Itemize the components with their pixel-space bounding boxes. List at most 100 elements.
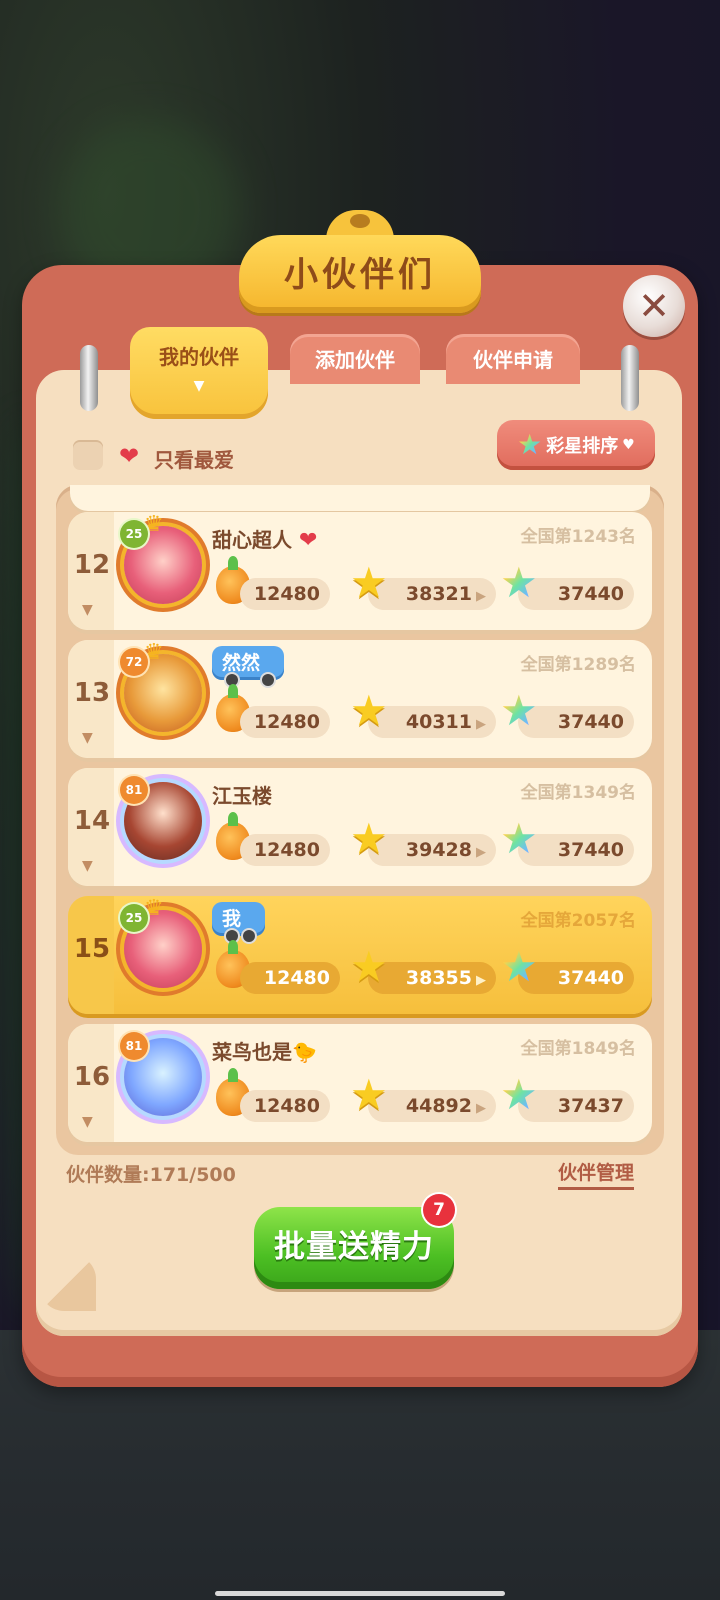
friend-row-self[interactable]: 15 ♛ 25 我 全国第2057名 12480 38355 ▶ ★ 37440 … — [68, 896, 652, 1014]
caret-down-icon: ▼ — [193, 378, 205, 394]
friend-name: 甜心超人 ❤ — [212, 524, 317, 553]
name-tag-car: 我 — [212, 902, 266, 942]
friend-name-text: 菜鸟也是 — [212, 1040, 292, 1064]
friend-name: 江玉楼 — [212, 784, 272, 808]
level-badge: 81 — [120, 776, 148, 804]
rainbow-star-icon: ★ — [500, 942, 538, 991]
rainbow-star-icon: ★ — [500, 558, 538, 607]
play-arrow-icon: ▶ — [476, 589, 486, 604]
energy-value: 12480 — [240, 706, 330, 738]
energy-text: 12480 — [253, 839, 320, 861]
heart-icon: ❤ — [119, 442, 140, 470]
stars-text: 40311 — [405, 711, 472, 733]
notification-badge: 7 — [423, 1194, 455, 1226]
expand-caret-icon[interactable]: ▼ — [82, 1114, 93, 1130]
bird-icon: 🐤 — [292, 1040, 317, 1064]
rainbow-star-sort-button[interactable]: ★ 彩星排序 ♥ — [497, 420, 655, 470]
friend-row[interactable]: 14 ▼ 81 江玉楼 全国第1349名 12480 39428 ▶ ★ 3744… — [68, 768, 652, 886]
rainbow-stars-text: 37437 — [557, 1095, 624, 1117]
friend-row[interactable]: 16 ▼ 81 菜鸟也是🐤 全国第1849名 12480 44892 ▶ ★ 37… — [68, 1024, 652, 1142]
stars-text: 38355 — [405, 967, 472, 989]
expand-caret-icon[interactable]: ▼ — [82, 730, 93, 746]
national-rank: 全国第1243名 — [520, 527, 636, 547]
energy-text: 12480 — [253, 1095, 320, 1117]
title-hook-hole — [350, 214, 370, 228]
favorites-checkbox[interactable] — [73, 440, 103, 470]
gold-star-icon: ★ — [350, 814, 388, 863]
friend-name: 然然 — [222, 652, 261, 674]
stars-text: 38321 — [405, 583, 472, 605]
gold-star-icon: ★ — [350, 942, 388, 991]
rainbow-star-icon: ★ — [500, 1070, 538, 1119]
gold-star-icon: ★ — [350, 558, 388, 607]
expand-caret-icon[interactable]: ▼ — [82, 858, 93, 874]
rainbow-stars-text: 37440 — [557, 711, 624, 733]
rainbow-star-icon: ★ — [500, 686, 538, 735]
energy-text: 12480 — [253, 711, 320, 733]
page-curl — [40, 1255, 96, 1311]
energy-value: 12480 — [240, 1090, 330, 1122]
stars-text: 44892 — [405, 1095, 472, 1117]
friend-count: 伙伴数量:171/500 — [66, 1164, 236, 1186]
play-arrow-icon: ▶ — [476, 845, 486, 860]
expand-caret-icon[interactable]: ▼ — [82, 602, 93, 618]
friend-rank: 12 — [73, 550, 111, 580]
gold-star-icon: ★ — [350, 686, 388, 735]
heart-icon: ❤ — [298, 528, 318, 553]
manage-friends-link[interactable]: 伙伴管理 — [558, 1158, 635, 1190]
rainbow-stars-text: 37440 — [557, 967, 624, 989]
energy-value: 12480 — [240, 834, 330, 866]
level-badge: 25 — [120, 520, 148, 548]
tab-label: 我的伙伴 — [159, 345, 239, 369]
friend-rank: 13 — [73, 678, 111, 708]
national-rank: 全国第1349名 — [520, 783, 636, 803]
friend-rank: 16 — [73, 1062, 111, 1092]
play-arrow-icon: ▶ — [476, 1101, 486, 1116]
energy-text: 12480 — [263, 967, 330, 989]
friend-row[interactable]: 13 ▼ ♛ 72 然然 全国第1289名 12480 40311 ▶ ★ 374… — [68, 640, 652, 758]
wheel-icon — [262, 674, 275, 686]
rainbow-stars-text: 37440 — [557, 583, 624, 605]
gold-star-icon: ★ — [350, 1070, 388, 1119]
rainbow-stars-text: 37440 — [557, 839, 624, 861]
list-item-partial — [70, 485, 650, 511]
title-plate: 小伙伴们 — [239, 235, 481, 313]
panel-title: 小伙伴们 — [284, 255, 436, 295]
binder-ring-left — [80, 345, 98, 411]
friend-rank: 14 — [73, 806, 111, 836]
tab-my-friends[interactable]: 我的伙伴 ▼ — [130, 327, 268, 419]
rainbow-star-icon: ★ — [500, 814, 538, 863]
energy-value: 12480 — [240, 578, 330, 610]
favorites-only-label[interactable]: 只看最爱 — [154, 444, 234, 473]
national-rank: 全国第1289名 — [520, 655, 636, 675]
close-button[interactable]: ✕ — [623, 275, 685, 337]
sort-label: 彩星排序 — [546, 436, 619, 457]
national-rank: 全国第1849名 — [520, 1039, 636, 1059]
heart-icon: ♥ — [622, 437, 635, 453]
level-badge: 25 — [120, 904, 148, 932]
home-indicator[interactable] — [215, 1591, 505, 1596]
batch-send-energy-button[interactable]: 批量送精力 — [254, 1207, 454, 1289]
rainbow-star-icon: ★ — [517, 428, 543, 461]
energy-text: 12480 — [253, 583, 320, 605]
friend-name: 我 — [222, 908, 242, 930]
level-badge: 72 — [120, 648, 148, 676]
stars-text: 39428 — [405, 839, 472, 861]
friend-rank: 15 — [73, 934, 111, 964]
tab-friend-requests[interactable]: 伙伴申请 — [446, 334, 580, 384]
level-badge: 81 — [120, 1032, 148, 1060]
tab-add-friend[interactable]: 添加伙伴 — [290, 334, 420, 384]
send-energy-label: 批量送精力 — [274, 1229, 434, 1265]
friend-name: 菜鸟也是🐤 — [212, 1036, 317, 1065]
binder-ring-right — [621, 345, 639, 411]
close-icon: ✕ — [638, 284, 670, 328]
name-tag-car: 然然 — [212, 646, 285, 686]
friend-name-text: 甜心超人 — [212, 528, 292, 552]
play-arrow-icon: ▶ — [476, 973, 486, 988]
tab-label: 伙伴申请 — [473, 348, 553, 372]
tab-label: 添加伙伴 — [315, 348, 395, 372]
wheel-icon — [243, 930, 256, 942]
play-arrow-icon: ▶ — [476, 717, 486, 732]
friend-row[interactable]: 12 ▼ ♛ 25 甜心超人 ❤ 全国第1243名 12480 38321 ▶ ★… — [68, 512, 652, 630]
national-rank: 全国第2057名 — [520, 911, 636, 931]
